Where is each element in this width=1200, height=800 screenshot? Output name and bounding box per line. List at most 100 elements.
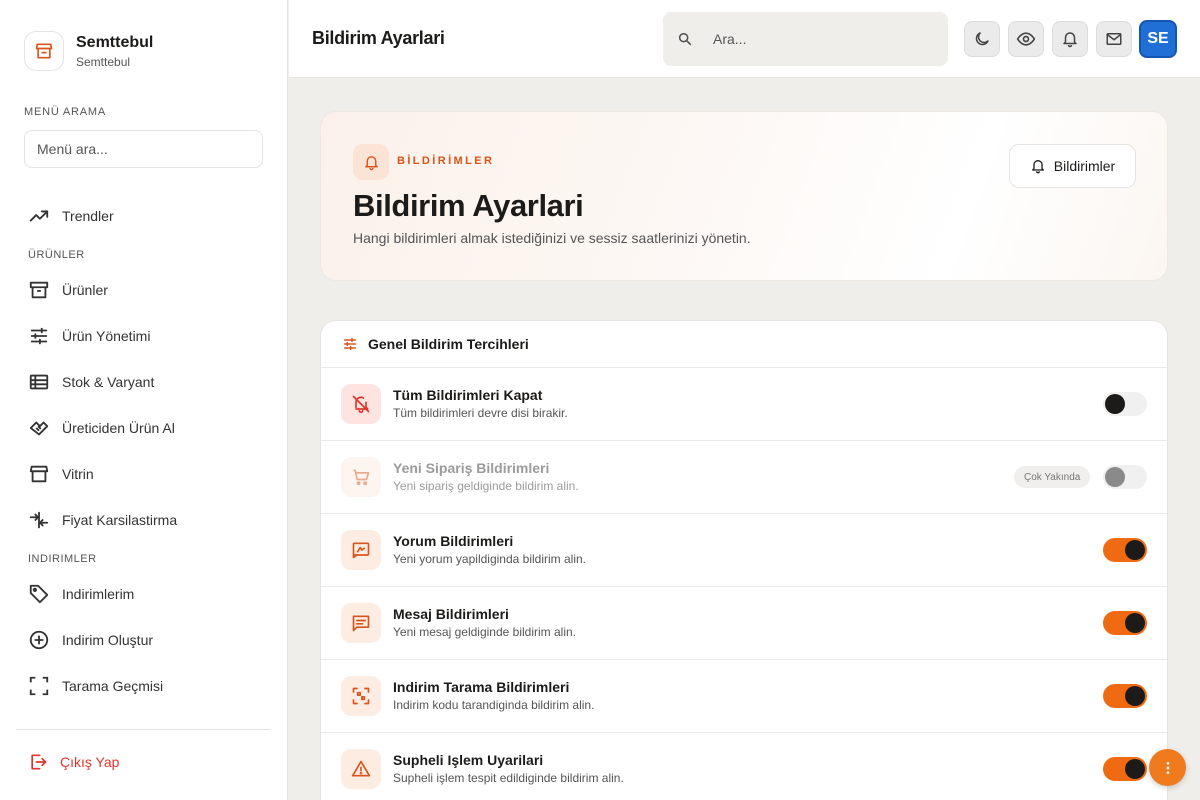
- eye-icon: [1016, 32, 1036, 46]
- pref-title: Mesaj Bildirimleri: [393, 606, 509, 622]
- preferences-card: Genel Bildirim Tercihleri Tüm Bildirimle…: [320, 320, 1168, 800]
- sidebar-item-stock-variant[interactable]: Stok & Varyant: [16, 359, 272, 405]
- pref-row-mute-all: Tüm Bildirimleri Kapat Tüm bildirimleri …: [321, 368, 1167, 441]
- more-actions-button[interactable]: [1149, 749, 1186, 786]
- brand-subtitle: Semttebul: [76, 54, 131, 69]
- preferences-header: Genel Bildirim Tercihleri: [321, 321, 1167, 368]
- nav-section-products: ÜRÜNLER: [28, 249, 85, 261]
- qr-scan-icon: [341, 676, 381, 716]
- pref-description: Supheli işlem tespit edildiginde bildiri…: [393, 771, 624, 785]
- sidebar-item-label: Indirimlerim: [62, 586, 135, 602]
- avatar[interactable]: SE: [1139, 20, 1177, 58]
- menu-search-input[interactable]: Menü ara...: [24, 130, 263, 168]
- dark-mode-button[interactable]: [964, 21, 1000, 57]
- pref-toggle[interactable]: [1103, 538, 1147, 562]
- button-label: Bildirimler: [1053, 158, 1116, 174]
- store-logo-icon: [24, 31, 64, 71]
- pref-description: Yeni mesaj geldiginde bildirim alin.: [393, 625, 576, 639]
- sidebar-item-trends[interactable]: Trendler: [16, 193, 272, 239]
- pref-row-reviews: Yorum Bildirimleri Yeni yorum yapildigin…: [321, 514, 1167, 587]
- pref-title: Yeni Sipariş Bildirimleri: [393, 460, 550, 476]
- sidebar-item-my-discounts[interactable]: Indirimlerim: [16, 571, 272, 617]
- sidebar-item-label: Fiyat Karsilastirma: [62, 512, 178, 528]
- pref-row-discount-scan: Indirim Tarama Bildirimleri Indirim kodu…: [321, 660, 1167, 733]
- messages-button[interactable]: [1096, 21, 1132, 57]
- top-header: Bildirim Ayarlari Ara... SE: [289, 0, 1200, 78]
- pref-toggle[interactable]: [1103, 684, 1147, 708]
- hero-description: Hangi bildirimleri almak istediğinizi ve…: [353, 230, 751, 246]
- warning-icon: [341, 749, 381, 789]
- sidebar-item-label: Üreticiden Ürün Al: [62, 420, 175, 436]
- sidebar-item-label: Vitrin: [62, 466, 94, 482]
- sidebar-item-manufacturer[interactable]: Üreticiden Ürün Al: [16, 405, 272, 451]
- pref-toggle[interactable]: [1103, 392, 1147, 416]
- pref-title: Tüm Bildirimleri Kapat: [393, 387, 543, 403]
- moon-icon: [975, 32, 989, 46]
- qr-scan-icon: [29, 676, 49, 696]
- divider: [16, 729, 271, 730]
- tag-icon: [29, 584, 49, 604]
- notifications-button[interactable]: [1052, 21, 1088, 57]
- coming-soon-badge: Çok Yakında: [1014, 466, 1091, 488]
- sliders-icon: [343, 337, 357, 351]
- bell-icon: [1063, 32, 1077, 48]
- compare-arrows-icon: [29, 511, 49, 529]
- sliders-icon: [30, 327, 48, 345]
- notifications-link-button[interactable]: Bildirimler: [1009, 144, 1136, 188]
- cart-icon: [341, 457, 381, 497]
- pref-title: Supheli Işlem Uyarilari: [393, 752, 544, 768]
- logout-button[interactable]: Çıkış Yap: [28, 752, 119, 772]
- hero-card: BİLDİRİMLER Bildirim Ayarlari Hangi bild…: [320, 111, 1168, 281]
- storefront-icon: [29, 465, 49, 483]
- bell-off-icon: [341, 384, 381, 424]
- pref-toggle[interactable]: [1103, 611, 1147, 635]
- pref-title: Indirim Tarama Bildirimleri: [393, 679, 570, 695]
- sidebar-item-label: Indirim Oluştur: [62, 632, 154, 648]
- preferences-title: Genel Bildirim Tercihleri: [368, 336, 529, 352]
- sidebar-item-scan-history[interactable]: Tarama Geçmisi: [16, 663, 272, 701]
- hero-eyebrow: BİLDİRİMLER: [397, 155, 495, 167]
- pref-row-new-order: Yeni Sipariş Bildirimleri Yeni sipariş g…: [321, 441, 1167, 514]
- sidebar-item-label: Ürünler: [62, 282, 108, 298]
- search-placeholder: Ara...: [713, 31, 747, 47]
- nav-section-discounts: INDIRIMLER: [28, 553, 97, 565]
- sidebar-item-label: Trendler: [62, 208, 114, 224]
- pref-description: Tüm bildirimleri devre disi birakir.: [393, 406, 568, 420]
- pref-row-suspicious: Supheli Işlem Uyarilari Supheli işlem te…: [321, 733, 1167, 800]
- hero-title: Bildirim Ayarlari: [353, 188, 584, 223]
- pref-title: Yorum Bildirimleri: [393, 533, 514, 549]
- message-icon: [341, 603, 381, 643]
- plus-circle-icon: [29, 630, 49, 650]
- pref-description: Indirim kodu tarandiginda bildirim alin.: [393, 698, 595, 712]
- pref-description: Yeni sipariş geldiginde bildirim alin.: [393, 479, 579, 493]
- bell-icon: [1031, 160, 1044, 174]
- trending-up-icon: [29, 210, 49, 222]
- sidebar-nav: Trendler ÜRÜNLER Ürünler Ürün Yönetimi S…: [16, 193, 272, 701]
- table-icon: [29, 374, 49, 390]
- logout-label: Çıkış Yap: [60, 754, 120, 770]
- sidebar-item-price-compare[interactable]: Fiyat Karsilastirma: [16, 497, 272, 543]
- brand-name: Semttebul: [76, 33, 154, 51]
- sidebar-item-create-discount[interactable]: Indirim Oluştur: [16, 617, 272, 663]
- sidebar-item-showcase[interactable]: Vitrin: [16, 451, 272, 497]
- sidebar-item-label: Ürün Yönetimi: [62, 328, 151, 344]
- review-icon: [341, 530, 381, 570]
- sidebar-item-product-management[interactable]: Ürün Yönetimi: [16, 313, 272, 359]
- archive-icon: [29, 281, 49, 299]
- logout-icon: [31, 754, 47, 770]
- bell-icon: [353, 144, 389, 180]
- menu-search-label: MENÜ ARAMA: [24, 106, 106, 118]
- sidebar-item-products[interactable]: Ürünler: [16, 267, 272, 313]
- more-vertical-icon: [1166, 761, 1169, 774]
- search-icon: [678, 32, 692, 46]
- search-input[interactable]: Ara...: [663, 12, 948, 66]
- pref-description: Yeni yorum yapildiginda bildirim alin.: [393, 552, 586, 566]
- pref-toggle[interactable]: [1103, 465, 1147, 489]
- brand[interactable]: Semttebul Semttebul: [24, 31, 153, 71]
- sidebar-item-label: Stok & Varyant: [62, 374, 155, 390]
- pref-row-messages: Mesaj Bildirimleri Yeni mesaj geldiginde…: [321, 587, 1167, 660]
- sidebar-item-label: Tarama Geçmisi: [62, 678, 164, 694]
- pref-toggle[interactable]: [1103, 757, 1147, 781]
- page-title: Bildirim Ayarlari: [312, 28, 445, 48]
- visibility-button[interactable]: [1008, 21, 1044, 57]
